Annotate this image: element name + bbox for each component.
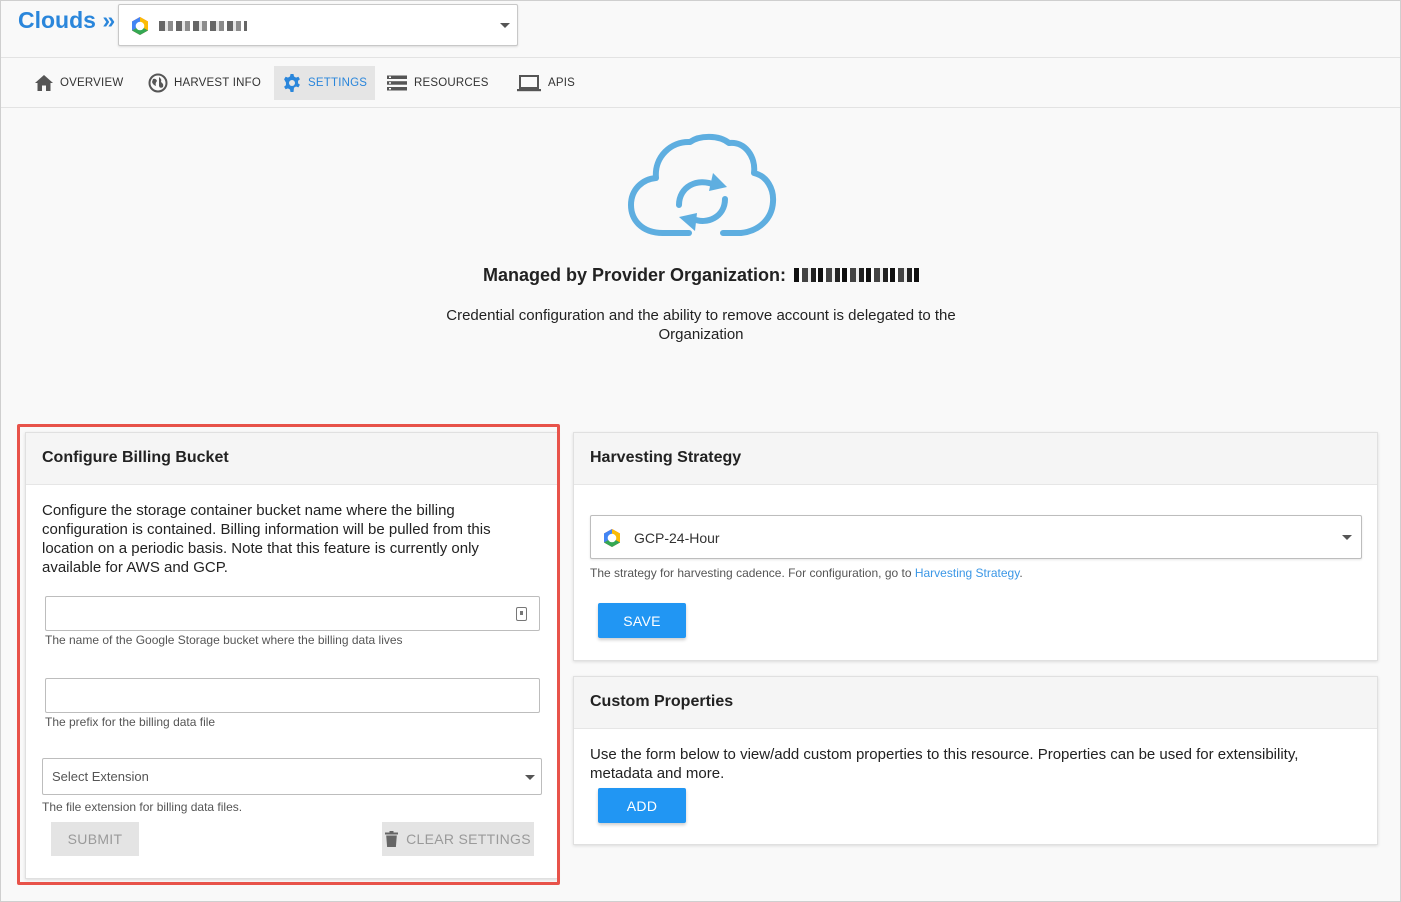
- clouds-breadcrumb[interactable]: Clouds »: [18, 7, 115, 34]
- tab-label: SETTINGS: [308, 77, 368, 89]
- strategy-help-suffix: .: [1019, 566, 1023, 580]
- gear-icon: [284, 74, 300, 92]
- gcp-hexagon-icon: [132, 17, 148, 35]
- harvesting-strategy-card: Harvesting Strategy GCP-24-Hour The stra…: [573, 432, 1378, 661]
- custom-properties-card: Custom Properties Use the form below to …: [573, 676, 1378, 845]
- selected-strategy: GCP-24-Hour: [634, 530, 720, 546]
- harvesting-strategy-link[interactable]: Harvesting Strategy: [915, 566, 1020, 580]
- highlight-frame: [17, 424, 560, 885]
- tab-harvest-info[interactable]: HARVEST INFO: [140, 66, 269, 100]
- delegation-note: Credential configuration and the ability…: [446, 307, 956, 343]
- managed-label: Managed by Provider Organization:: [482, 265, 787, 285]
- cloud-account-select[interactable]: [118, 4, 518, 46]
- tab-label: OVERVIEW: [60, 77, 124, 89]
- strategy-help: The strategy for harvesting cadence. For…: [590, 566, 1023, 580]
- tab-label: RESOURCES: [414, 77, 489, 89]
- list-icon: [387, 75, 407, 91]
- tab-label: HARVEST INFO: [174, 77, 261, 89]
- managed-by-heading: Managed by Provider Organization:: [1, 265, 1401, 286]
- home-icon: [35, 75, 53, 91]
- custom-properties-description: Use the form below to view/add custom pr…: [590, 746, 1299, 782]
- save-button[interactable]: SAVE: [598, 603, 686, 638]
- redacted-organization-name: [794, 268, 921, 282]
- strategy-help-text: The strategy for harvesting cadence. For…: [590, 566, 915, 580]
- save-label: SAVE: [623, 612, 661, 629]
- harvesting-strategy-select[interactable]: GCP-24-Hour: [590, 515, 1362, 559]
- add-property-button[interactable]: ADD: [598, 788, 686, 823]
- card-title: Harvesting Strategy: [574, 433, 1377, 485]
- tab-apis[interactable]: APIS: [508, 66, 583, 100]
- chevron-down-icon: [500, 23, 510, 28]
- card-title: Custom Properties: [574, 677, 1377, 729]
- tab-resources[interactable]: RESOURCES: [378, 66, 497, 100]
- gcp-hexagon-icon: [604, 529, 620, 547]
- redacted-account-name: [159, 21, 247, 31]
- cloud-sync-icon: [628, 133, 777, 236]
- tab-bar: OVERVIEW HARVEST INFO SETTINGS RESOURCES…: [1, 58, 1400, 108]
- laptop-icon: [517, 75, 541, 92]
- tab-label: APIS: [548, 77, 576, 89]
- tab-settings[interactable]: SETTINGS: [274, 66, 376, 100]
- chevron-down-icon: [1342, 535, 1352, 540]
- tab-overview[interactable]: OVERVIEW: [26, 66, 131, 100]
- add-label: ADD: [626, 797, 658, 814]
- top-bar: Clouds »: [1, 1, 1400, 58]
- globe-icon: [148, 73, 168, 93]
